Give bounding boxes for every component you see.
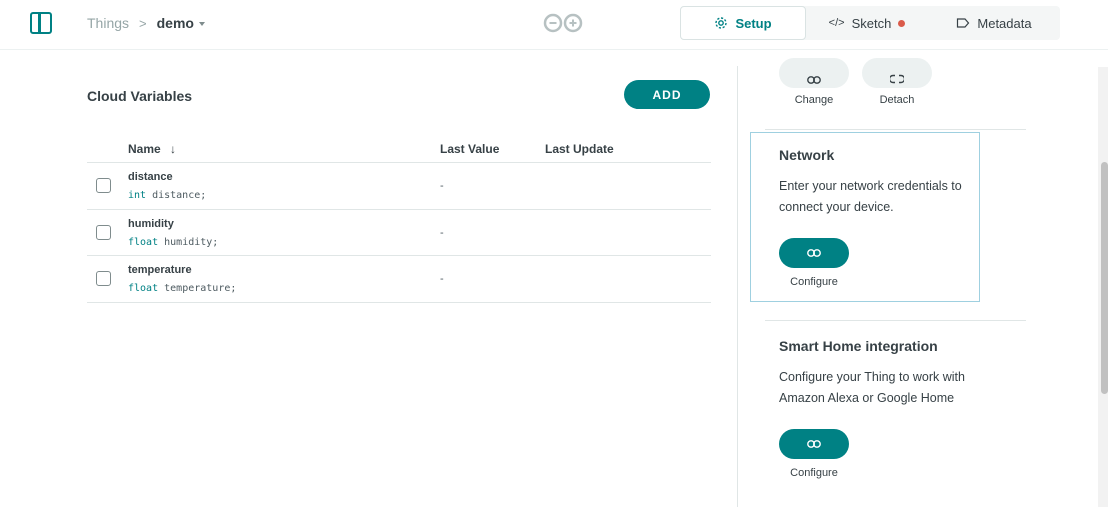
variable-declaration-rest: distance; xyxy=(146,190,207,201)
link-icon xyxy=(807,440,821,448)
breadcrumb-things-link[interactable]: Things xyxy=(87,15,129,31)
tag-icon xyxy=(957,18,970,28)
breadcrumb: Things > demo xyxy=(87,15,205,31)
sidebar-toggle-icon[interactable] xyxy=(30,12,52,34)
variable-last-value: - xyxy=(440,273,444,285)
variable-declaration: float humidity; xyxy=(128,237,218,248)
table-row[interactable]: humidity float humidity; - xyxy=(87,210,711,256)
breadcrumb-separator: > xyxy=(139,15,147,31)
variable-last-value: - xyxy=(440,180,444,192)
cloud-variables-title: Cloud Variables xyxy=(87,88,193,104)
unsaved-indicator-dot xyxy=(898,19,906,27)
tab-setup-label: Setup xyxy=(735,15,772,31)
variable-declaration-rest: temperature; xyxy=(158,283,237,294)
variable-type: float xyxy=(128,283,159,294)
change-device-button[interactable] xyxy=(779,58,849,88)
tab-metadata-label: Metadata xyxy=(977,15,1032,31)
tab-setup[interactable]: Setup xyxy=(680,6,806,40)
network-description: Enter your network credentials to connec… xyxy=(779,179,962,214)
tab-sketch-label: Sketch xyxy=(851,15,892,31)
unlink-icon xyxy=(890,74,904,84)
arduino-logo-icon xyxy=(543,13,583,33)
thing-name: demo xyxy=(156,15,194,31)
column-last-value-header: Last Value xyxy=(440,142,500,156)
variable-declaration: float temperature; xyxy=(128,283,236,294)
variable-declaration: int distance; xyxy=(128,190,206,201)
detach-device-label: Detach xyxy=(879,94,915,106)
smart-home-configure-label: Configure xyxy=(790,467,838,479)
code-icon: </> xyxy=(828,17,845,29)
network-configure-label: Configure xyxy=(790,276,838,288)
gear-icon xyxy=(715,17,728,29)
link-icon xyxy=(807,249,821,257)
smart-home-title: Smart Home integration xyxy=(779,338,938,354)
table-row[interactable]: distance int distance; - xyxy=(87,163,711,210)
row-checkbox[interactable] xyxy=(96,224,111,240)
variable-declaration-rest: humidity; xyxy=(158,236,219,248)
tab-sketch[interactable]: </> Sketch xyxy=(806,6,928,40)
row-checkbox[interactable] xyxy=(96,178,111,193)
variable-type: float xyxy=(128,236,159,248)
variables-table: Name ↓ Last Value Last Update distance i… xyxy=(87,140,711,303)
variable-type: int xyxy=(128,190,147,201)
smart-home-configure-button[interactable] xyxy=(779,429,849,459)
column-last-update-header: Last Update xyxy=(545,142,614,156)
network-title: Network xyxy=(779,147,835,163)
change-device-label: Change xyxy=(794,94,834,106)
thing-name-dropdown[interactable]: demo xyxy=(157,15,205,31)
panel-divider xyxy=(737,66,738,507)
add-variable-button[interactable]: ADD xyxy=(624,80,710,109)
variable-name: distance xyxy=(128,171,173,183)
link-icon xyxy=(807,76,821,84)
sort-down-icon: ↓ xyxy=(170,142,177,156)
top-bar: Things > demo Setup </> Sketch Metadata xyxy=(0,0,1108,50)
variable-name: temperature xyxy=(128,264,192,276)
caret-down-icon xyxy=(198,22,205,26)
scrollbar-thumb[interactable] xyxy=(1101,162,1108,394)
table-header: Name ↓ Last Value Last Update xyxy=(87,140,711,163)
network-configure-button[interactable] xyxy=(779,238,849,268)
section-divider xyxy=(765,320,1026,321)
smart-home-description: Configure your Thing to work with Amazon… xyxy=(779,370,965,405)
row-checkbox[interactable] xyxy=(96,271,111,286)
variable-name: humidity xyxy=(128,217,174,230)
table-row[interactable]: temperature float temperature; - xyxy=(87,256,711,303)
column-name-label: Name xyxy=(128,142,161,156)
variable-last-value: - xyxy=(440,226,444,239)
tab-bar: Setup </> Sketch Metadata xyxy=(680,6,1060,40)
tab-metadata[interactable]: Metadata xyxy=(928,6,1060,40)
section-divider xyxy=(765,129,1026,130)
column-name-header[interactable]: Name ↓ xyxy=(128,142,176,156)
detach-device-button[interactable] xyxy=(862,58,932,88)
